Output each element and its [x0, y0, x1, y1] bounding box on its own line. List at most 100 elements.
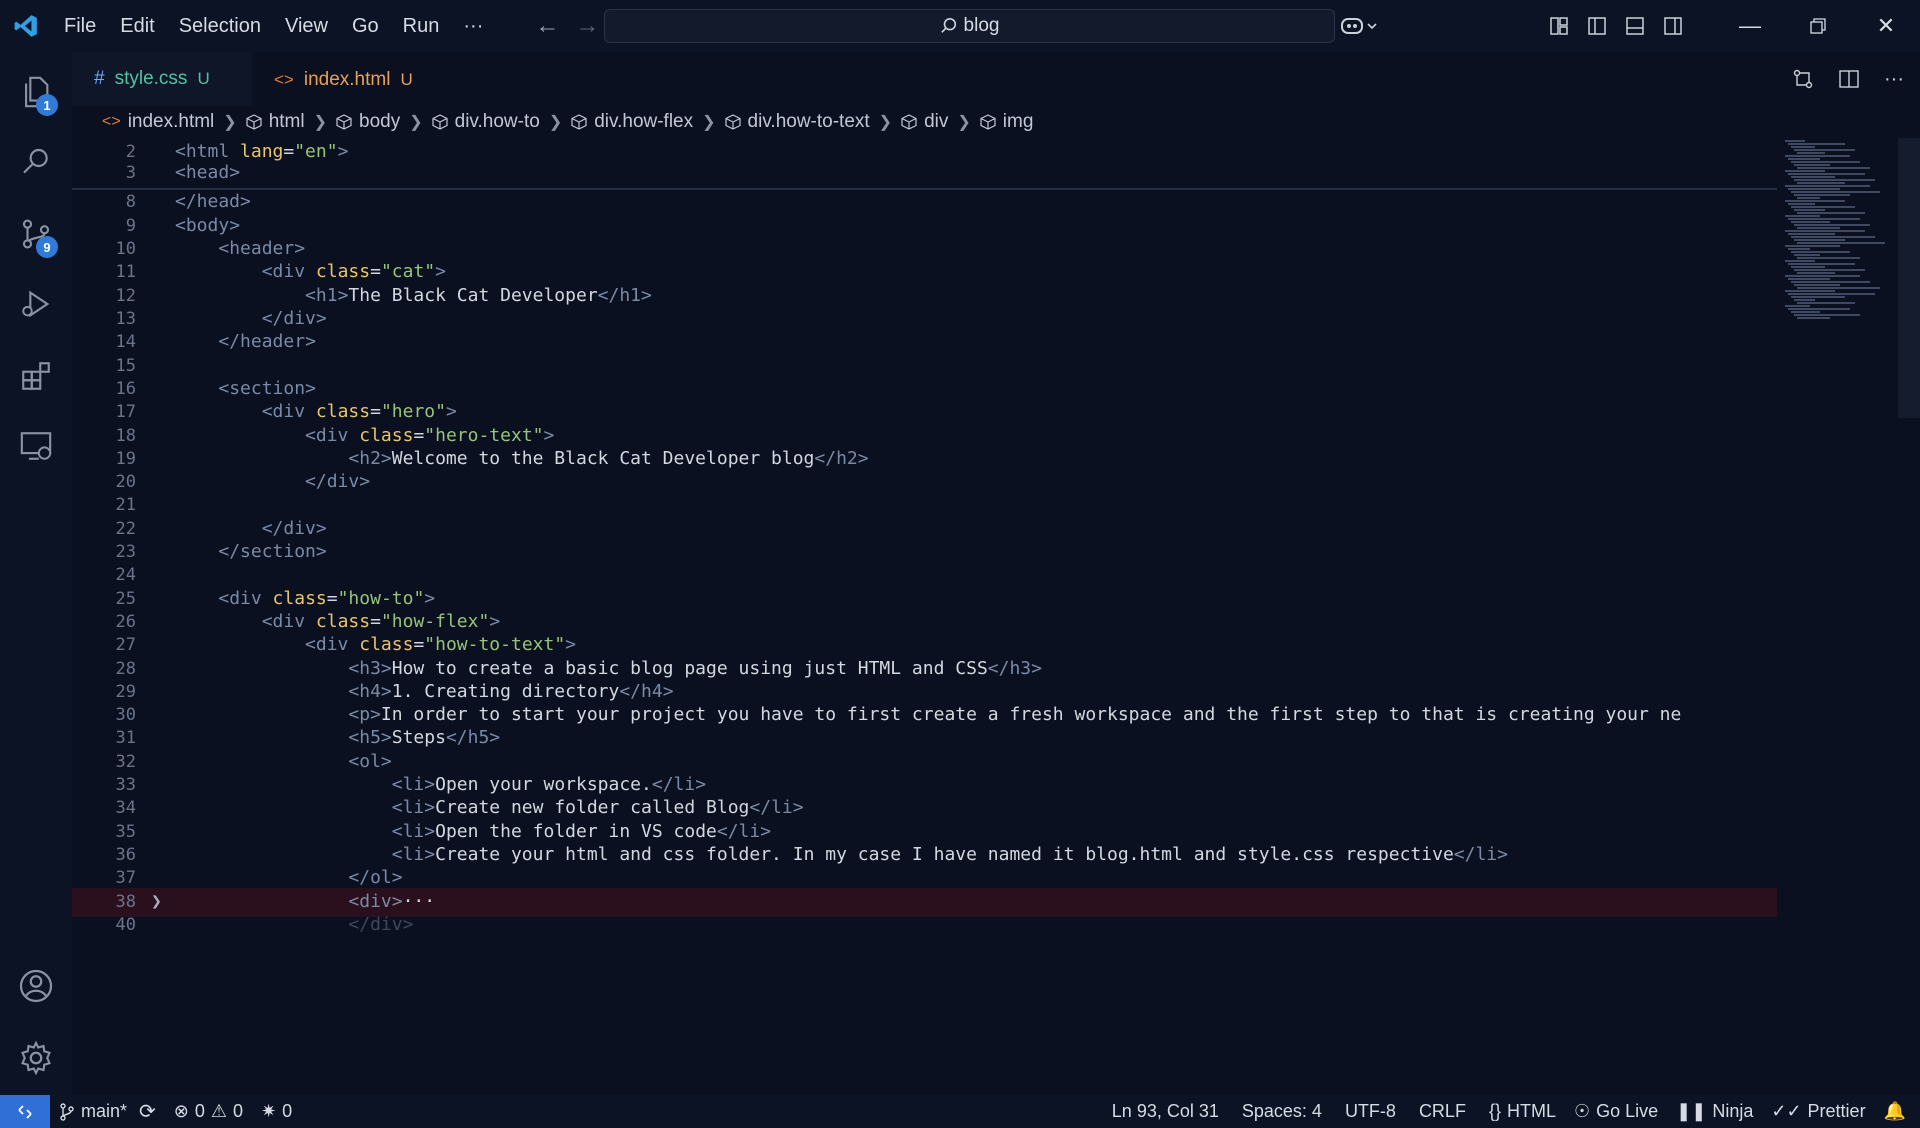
minimap-line	[1794, 224, 1870, 226]
language-mode[interactable]: {} HTML	[1480, 1095, 1565, 1128]
element-cube-icon	[571, 114, 587, 130]
minimap-line	[1794, 254, 1820, 256]
code-line[interactable]: 3 <head>	[72, 159, 1777, 188]
minimap-line	[1791, 191, 1880, 193]
breadcrumb-item[interactable]: div	[901, 111, 948, 133]
chevron-right-icon: ❯	[548, 114, 563, 131]
ports-count: 0	[282, 1101, 293, 1121]
open-changes-icon[interactable]	[1792, 68, 1814, 90]
customize-layout-icon[interactable]	[1540, 0, 1578, 52]
minimize-icon[interactable]: —	[1716, 0, 1784, 52]
minimap-line	[1794, 239, 1845, 241]
minimap-line	[1785, 185, 1870, 187]
copilot-icon[interactable]	[1330, 0, 1390, 52]
run-debug-icon[interactable]	[0, 268, 72, 340]
breadcrumb-item[interactable]: <> index.html	[102, 111, 214, 133]
menu-selection[interactable]: Selection	[167, 0, 273, 52]
search-icon	[940, 17, 956, 33]
toggle-panel-icon[interactable]	[1616, 0, 1654, 52]
minimap-line	[1794, 314, 1860, 316]
git-branch[interactable]: main* ⟳	[50, 1095, 165, 1128]
more-actions-icon[interactable]: ···	[1884, 68, 1904, 91]
breadcrumb-item[interactable]: div.how-to	[432, 111, 540, 133]
minimap-line	[1788, 188, 1840, 190]
code-editor[interactable]: 2 <html lang="en"> 3 <head> 8 </head> 9 <body> 1…	[72, 138, 1920, 1095]
minimap-line	[1785, 275, 1860, 277]
source-control-icon[interactable]: 9	[0, 198, 72, 270]
cursor-position[interactable]: Ln 93, Col 31	[1103, 1095, 1233, 1128]
tab-index-html[interactable]: <> index.html U	[252, 52, 452, 106]
ports-indicator[interactable]: ✷ 0	[252, 1095, 301, 1128]
command-center-search[interactable]: blog	[604, 9, 1335, 43]
encoding[interactable]: UTF-8	[1336, 1095, 1410, 1128]
breadcrumb-item[interactable]: div.how-flex	[571, 111, 693, 133]
minimap-line	[1797, 152, 1825, 154]
problems-indicator[interactable]: ⊗ 0 ⚠ 0	[165, 1095, 252, 1128]
forward-arrow-icon[interactable]: →	[575, 12, 599, 40]
minimap-line	[1797, 227, 1840, 229]
minimap-line	[1788, 293, 1875, 295]
extensions-icon[interactable]	[0, 340, 72, 412]
minimap-line	[1794, 194, 1850, 196]
remote-indicator-icon[interactable]	[0, 1095, 50, 1128]
search-icon[interactable]	[0, 126, 72, 198]
breadcrumb-item[interactable]: html	[246, 111, 305, 133]
line-number: 40	[115, 915, 136, 935]
braces-icon: {}	[1488, 1101, 1501, 1121]
breadcrumb-item[interactable]: div.how-to-text	[724, 111, 870, 133]
menu-go[interactable]: Go	[340, 0, 391, 52]
menu-more[interactable]: ···	[451, 0, 495, 52]
code-line[interactable]: 40 </div>	[72, 911, 1777, 940]
element-cube-icon	[901, 114, 917, 130]
minimap-line	[1788, 308, 1850, 310]
explorer-icon[interactable]: 1	[0, 56, 72, 128]
ninja-indicator[interactable]: ❚❚ Ninja	[1667, 1095, 1762, 1128]
minimap-line	[1794, 284, 1840, 286]
chevron-right-icon: ❯	[878, 114, 893, 131]
element-cube-icon	[724, 114, 741, 130]
accounts-icon[interactable]	[0, 950, 72, 1022]
tab-style-css[interactable]: # style.css U	[72, 52, 252, 106]
html-file-icon: <>	[102, 113, 121, 130]
breadcrumb-item[interactable]: body	[336, 111, 400, 133]
untracked-badge: U	[400, 70, 413, 89]
untracked-badge: U	[197, 69, 210, 88]
chevron-right-icon: ❯	[223, 114, 237, 131]
back-arrow-icon[interactable]: ←	[535, 12, 559, 40]
minimap-line	[1797, 182, 1845, 184]
chevron-right-icon: ❯	[409, 114, 423, 131]
end-of-line[interactable]: CRLF	[1410, 1095, 1480, 1128]
prettier-indicator[interactable]: ✓✓ Prettier	[1762, 1095, 1874, 1128]
warning-icon: ⚠	[210, 1101, 228, 1121]
minimap-line	[1794, 179, 1875, 181]
minimap-line	[1794, 209, 1825, 211]
minimap-line	[1785, 305, 1810, 307]
go-live-button[interactable]: ☉ Go Live	[1565, 1095, 1667, 1128]
menu-view[interactable]: View	[273, 0, 340, 52]
toggle-secondary-sidebar-icon[interactable]	[1654, 0, 1692, 52]
status-bar-right: Ln 93, Col 31 Spaces: 4 UTF-8 CRLF {} HT…	[1103, 1095, 1920, 1128]
menu-run[interactable]: Run	[391, 0, 452, 52]
css-file-icon: #	[94, 68, 105, 89]
close-icon[interactable]: ✕	[1852, 0, 1920, 52]
line-number: 3	[125, 163, 136, 183]
split-editor-icon[interactable]	[1838, 68, 1860, 90]
indentation[interactable]: Spaces: 4	[1233, 1095, 1336, 1128]
remote-explorer-icon[interactable]	[0, 410, 72, 482]
breadcrumb: <> index.html ❯ html ❯ body ❯ div.how-to …	[72, 106, 1920, 138]
toggle-primary-sidebar-icon[interactable]	[1578, 0, 1616, 52]
menu-edit[interactable]: Edit	[108, 0, 166, 52]
settings-gear-icon[interactable]	[0, 1022, 72, 1094]
minimap-line	[1797, 317, 1830, 319]
minimap[interactable]	[1777, 138, 1920, 1095]
explorer-badge: 1	[36, 94, 58, 116]
scrollbar-thumb[interactable]	[1898, 138, 1920, 418]
sync-icon[interactable]: ⟳	[139, 1099, 156, 1124]
minimap-line	[1794, 164, 1830, 166]
notifications-bell-icon[interactable]: 🔔	[1875, 1095, 1920, 1128]
breadcrumb-item[interactable]: img	[980, 111, 1033, 133]
restore-icon[interactable]	[1784, 0, 1852, 52]
menu-file[interactable]: File	[52, 0, 108, 52]
minimap-line	[1797, 302, 1855, 304]
minimap-line	[1788, 158, 1820, 160]
